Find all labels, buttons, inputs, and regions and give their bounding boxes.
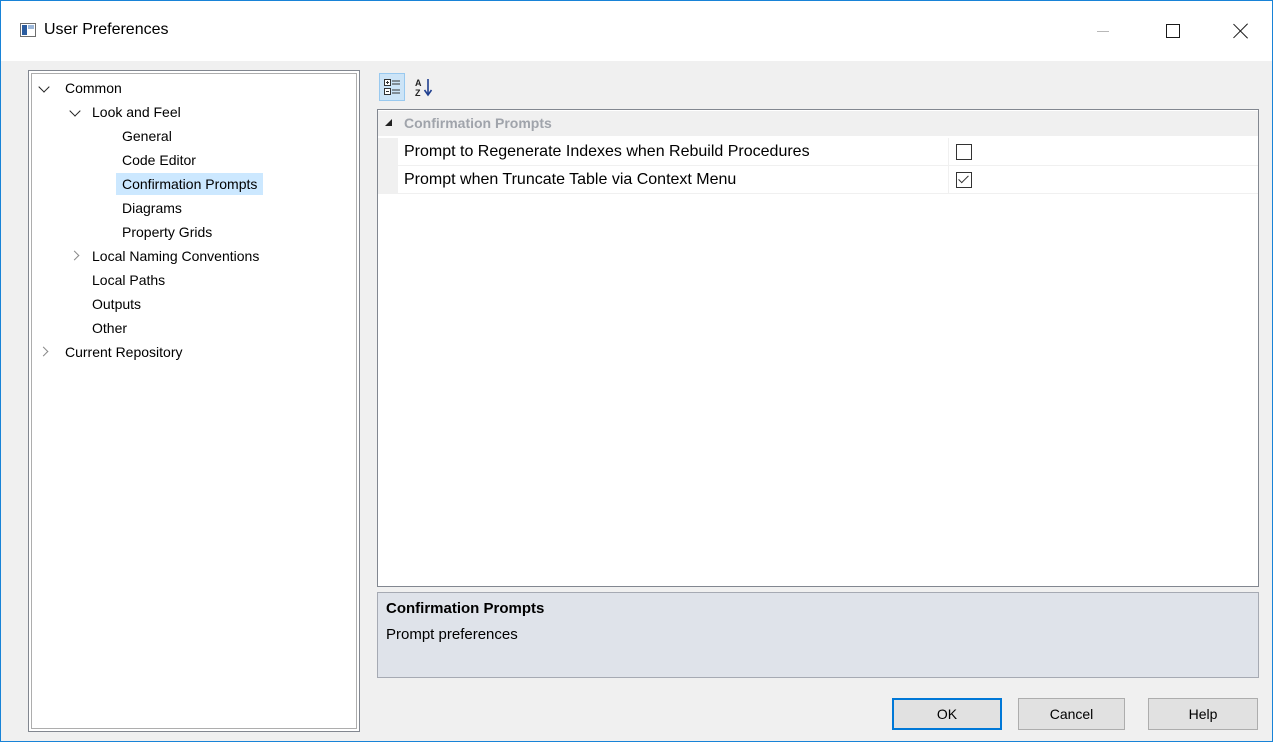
tree-item-outputs[interactable]: Outputs bbox=[92, 293, 141, 315]
description-text: Prompt preferences bbox=[386, 626, 518, 643]
sort-alphabetical-icon: A Z bbox=[415, 78, 433, 97]
alphabetical-view-button[interactable]: A Z bbox=[411, 73, 437, 101]
tree-item-look-and-feel[interactable]: Look and Feel bbox=[92, 101, 181, 123]
tree-item-confirmation-prompts[interactable]: Confirmation Prompts bbox=[116, 173, 264, 195]
tree-item-general[interactable]: General bbox=[122, 125, 172, 147]
tree-item-common[interactable]: Common bbox=[65, 77, 122, 99]
property-row[interactable]: Prompt to Regenerate Indexes when Rebuil… bbox=[378, 138, 1258, 166]
cancel-button[interactable]: Cancel bbox=[1018, 698, 1125, 730]
preferences-tree[interactable]: Common Look and Feel General Code Editor… bbox=[28, 70, 360, 732]
close-button[interactable] bbox=[1219, 11, 1263, 51]
tree-item-local-paths[interactable]: Local Paths bbox=[92, 269, 165, 291]
row-gutter bbox=[378, 166, 398, 194]
ok-button[interactable]: OK bbox=[892, 698, 1002, 730]
truncate-table-checkbox[interactable] bbox=[956, 172, 972, 188]
chevron-right-icon[interactable] bbox=[69, 249, 83, 261]
column-divider[interactable] bbox=[948, 166, 949, 194]
property-grid[interactable]: Confirmation Prompts Prompt to Regenerat… bbox=[377, 109, 1259, 587]
maximize-icon bbox=[1166, 24, 1180, 38]
chevron-down-icon[interactable] bbox=[38, 81, 50, 95]
tree-item-diagrams[interactable]: Diagrams bbox=[122, 197, 182, 219]
maximize-button[interactable] bbox=[1151, 11, 1195, 51]
collapse-triangle-icon[interactable] bbox=[385, 119, 392, 126]
categorized-icon bbox=[384, 79, 400, 95]
close-icon bbox=[1233, 23, 1249, 39]
title-bar[interactable]: User Preferences bbox=[1, 1, 1272, 61]
minimize-button[interactable] bbox=[1081, 11, 1125, 51]
window-title: User Preferences bbox=[44, 21, 169, 38]
row-separator bbox=[398, 193, 1258, 194]
regenerate-indexes-checkbox[interactable] bbox=[956, 144, 972, 160]
row-gutter bbox=[378, 138, 398, 166]
svg-text:Z: Z bbox=[415, 88, 421, 97]
property-name: Prompt to Regenerate Indexes when Rebuil… bbox=[404, 143, 810, 160]
column-divider[interactable] bbox=[948, 138, 949, 166]
category-row[interactable]: Confirmation Prompts bbox=[378, 111, 1258, 136]
chevron-down-icon[interactable] bbox=[69, 105, 81, 119]
help-button[interactable]: Help bbox=[1148, 698, 1258, 730]
app-window-icon bbox=[20, 23, 36, 37]
description-panel: Confirmation Prompts Prompt preferences bbox=[377, 592, 1259, 678]
user-preferences-window: User Preferences Common Look and Feel Ge… bbox=[0, 0, 1273, 742]
checkmark-icon bbox=[958, 172, 969, 184]
property-row[interactable]: Prompt when Truncate Table via Context M… bbox=[378, 166, 1258, 194]
minimize-icon bbox=[1097, 30, 1109, 32]
tree-item-property-grids[interactable]: Property Grids bbox=[122, 221, 212, 243]
chevron-right-icon[interactable] bbox=[38, 345, 52, 357]
property-name: Prompt when Truncate Table via Context M… bbox=[404, 171, 737, 188]
category-label: Confirmation Prompts bbox=[404, 115, 552, 131]
description-title: Confirmation Prompts bbox=[386, 600, 545, 617]
tree-item-code-editor[interactable]: Code Editor bbox=[122, 149, 196, 171]
tree-inner-border: Common Look and Feel General Code Editor… bbox=[31, 73, 357, 729]
categorized-view-button[interactable] bbox=[379, 73, 405, 101]
tree-item-current-repository[interactable]: Current Repository bbox=[65, 341, 183, 363]
svg-text:A: A bbox=[415, 78, 422, 88]
tree-item-local-naming-conventions[interactable]: Local Naming Conventions bbox=[92, 245, 259, 267]
tree-item-other[interactable]: Other bbox=[92, 317, 127, 339]
